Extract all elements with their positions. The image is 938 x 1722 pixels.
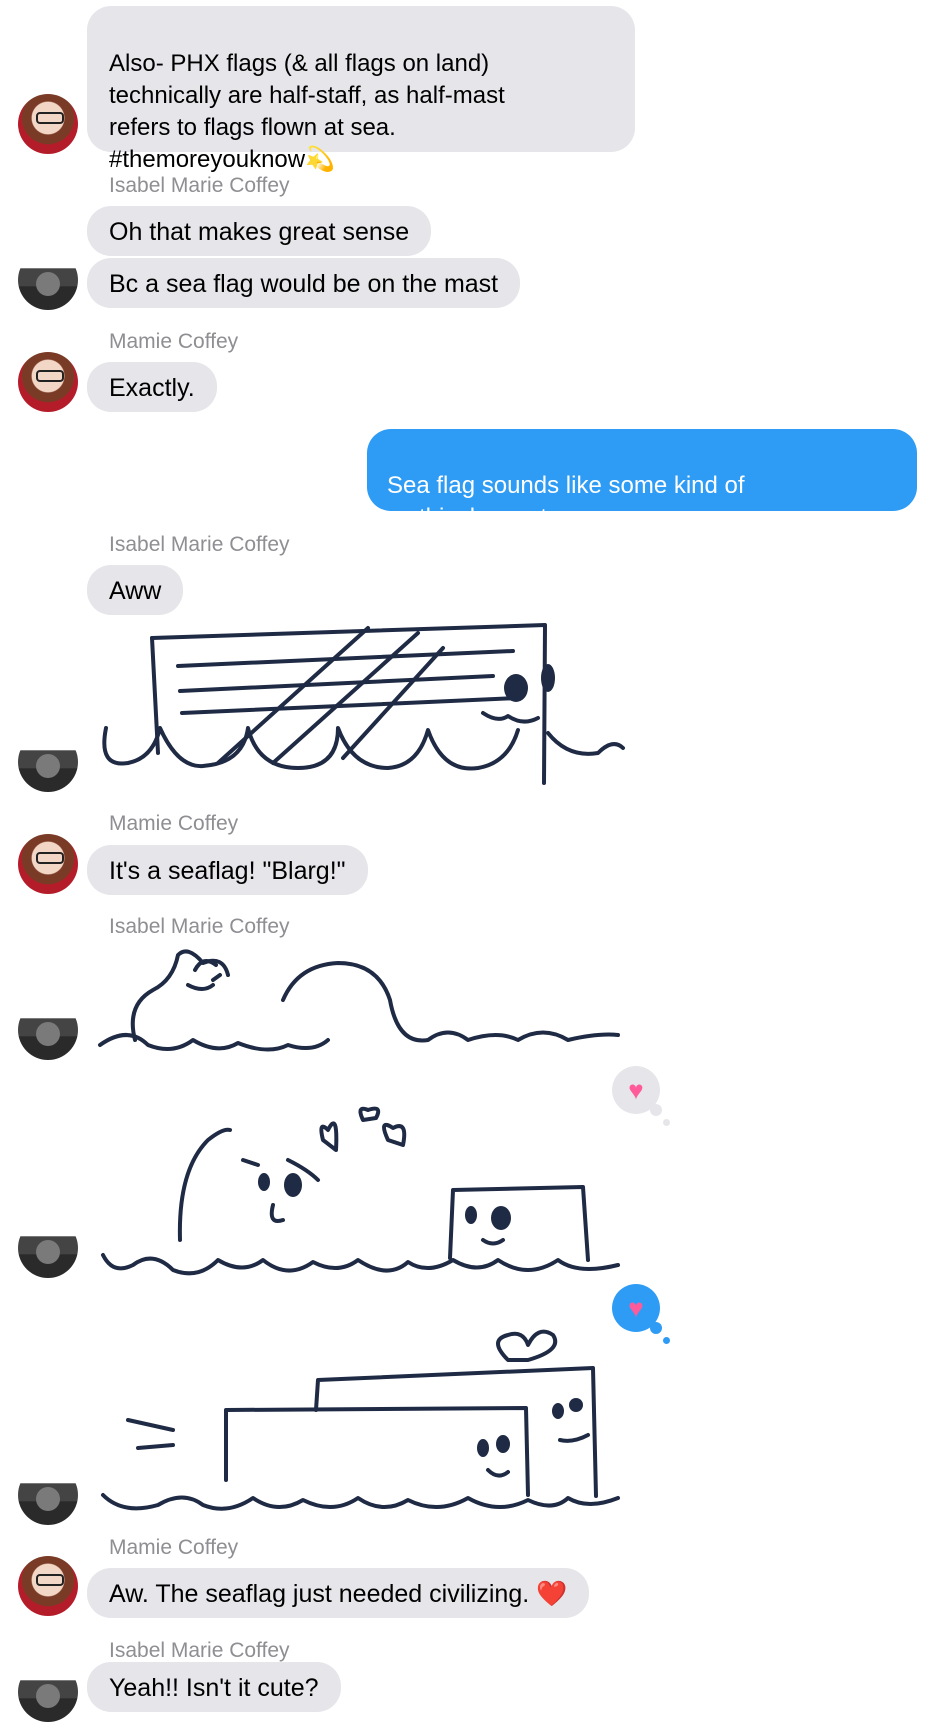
sender-name: Mamie Coffey (109, 330, 239, 353)
message-text: Bc a sea flag would be on the mast (109, 270, 499, 298)
sender-name: Mamie Coffey (109, 812, 239, 835)
heart-emoji-icon: ❤️ (536, 1580, 568, 1608)
avatar-mamie[interactable] (18, 94, 78, 154)
sender-name: Mamie Coffey (109, 1536, 239, 1559)
message-bubble[interactable]: Aw. The seaflag just needed civilizing. … (87, 1568, 590, 1618)
avatar-mamie[interactable] (18, 352, 78, 412)
message-bubble[interactable]: Yeah!! Isn't it cute? (87, 1662, 341, 1712)
outgoing-message-bubble[interactable]: Sea flag sounds like some kind of mythic… (367, 429, 917, 531)
message-text: Aw. The seaflag just needed civilizing. (109, 1580, 530, 1608)
sender-name: Isabel Marie Coffey (109, 1639, 290, 1662)
message-text: Exactly. (109, 374, 195, 402)
message-bubble[interactable]: Also- PHX flags (& all flags on land) te… (87, 6, 635, 173)
message-bubble[interactable]: Bc a sea flag would be on the mast (87, 258, 521, 308)
message-text: Sea flag sounds like some kind of mythic… (387, 472, 745, 531)
handwriting-drawing-wave[interactable] (98, 945, 638, 1065)
handwriting-drawing-seaflag[interactable] (98, 618, 638, 788)
avatar-mamie[interactable] (18, 834, 78, 894)
avatar-isabel[interactable] (18, 1218, 78, 1278)
message-text: Aww (109, 577, 162, 605)
avatar-isabel[interactable] (18, 1465, 78, 1525)
message-bubble[interactable]: It's a seaflag! "Blarg!" (87, 845, 368, 895)
message-bubble[interactable]: Exactly. (87, 362, 217, 412)
sender-name: Isabel Marie Coffey (109, 915, 290, 938)
avatar-isabel[interactable] (18, 250, 78, 310)
avatar-isabel[interactable] (18, 1662, 78, 1722)
message-text: Yeah!! Isn't it cute? (109, 1674, 319, 1702)
sender-name: Isabel Marie Coffey (109, 174, 290, 197)
message-text: Oh that makes great sense (109, 218, 410, 246)
handwriting-drawing-whale-boat[interactable] (98, 1090, 638, 1290)
avatar-isabel[interactable] (18, 732, 78, 792)
message-bubble[interactable]: Oh that makes great sense (87, 206, 432, 256)
message-bubble[interactable]: Aww (87, 565, 184, 615)
handwriting-drawing-two-boats[interactable] (98, 1300, 638, 1520)
dizzy-emoji-icon: 💫 (305, 146, 336, 173)
message-text: It's a seaflag! "Blarg!" (109, 857, 346, 885)
sender-name: Isabel Marie Coffey (109, 533, 290, 556)
avatar-mamie[interactable] (18, 1556, 78, 1616)
avatar-isabel[interactable] (18, 1000, 78, 1060)
